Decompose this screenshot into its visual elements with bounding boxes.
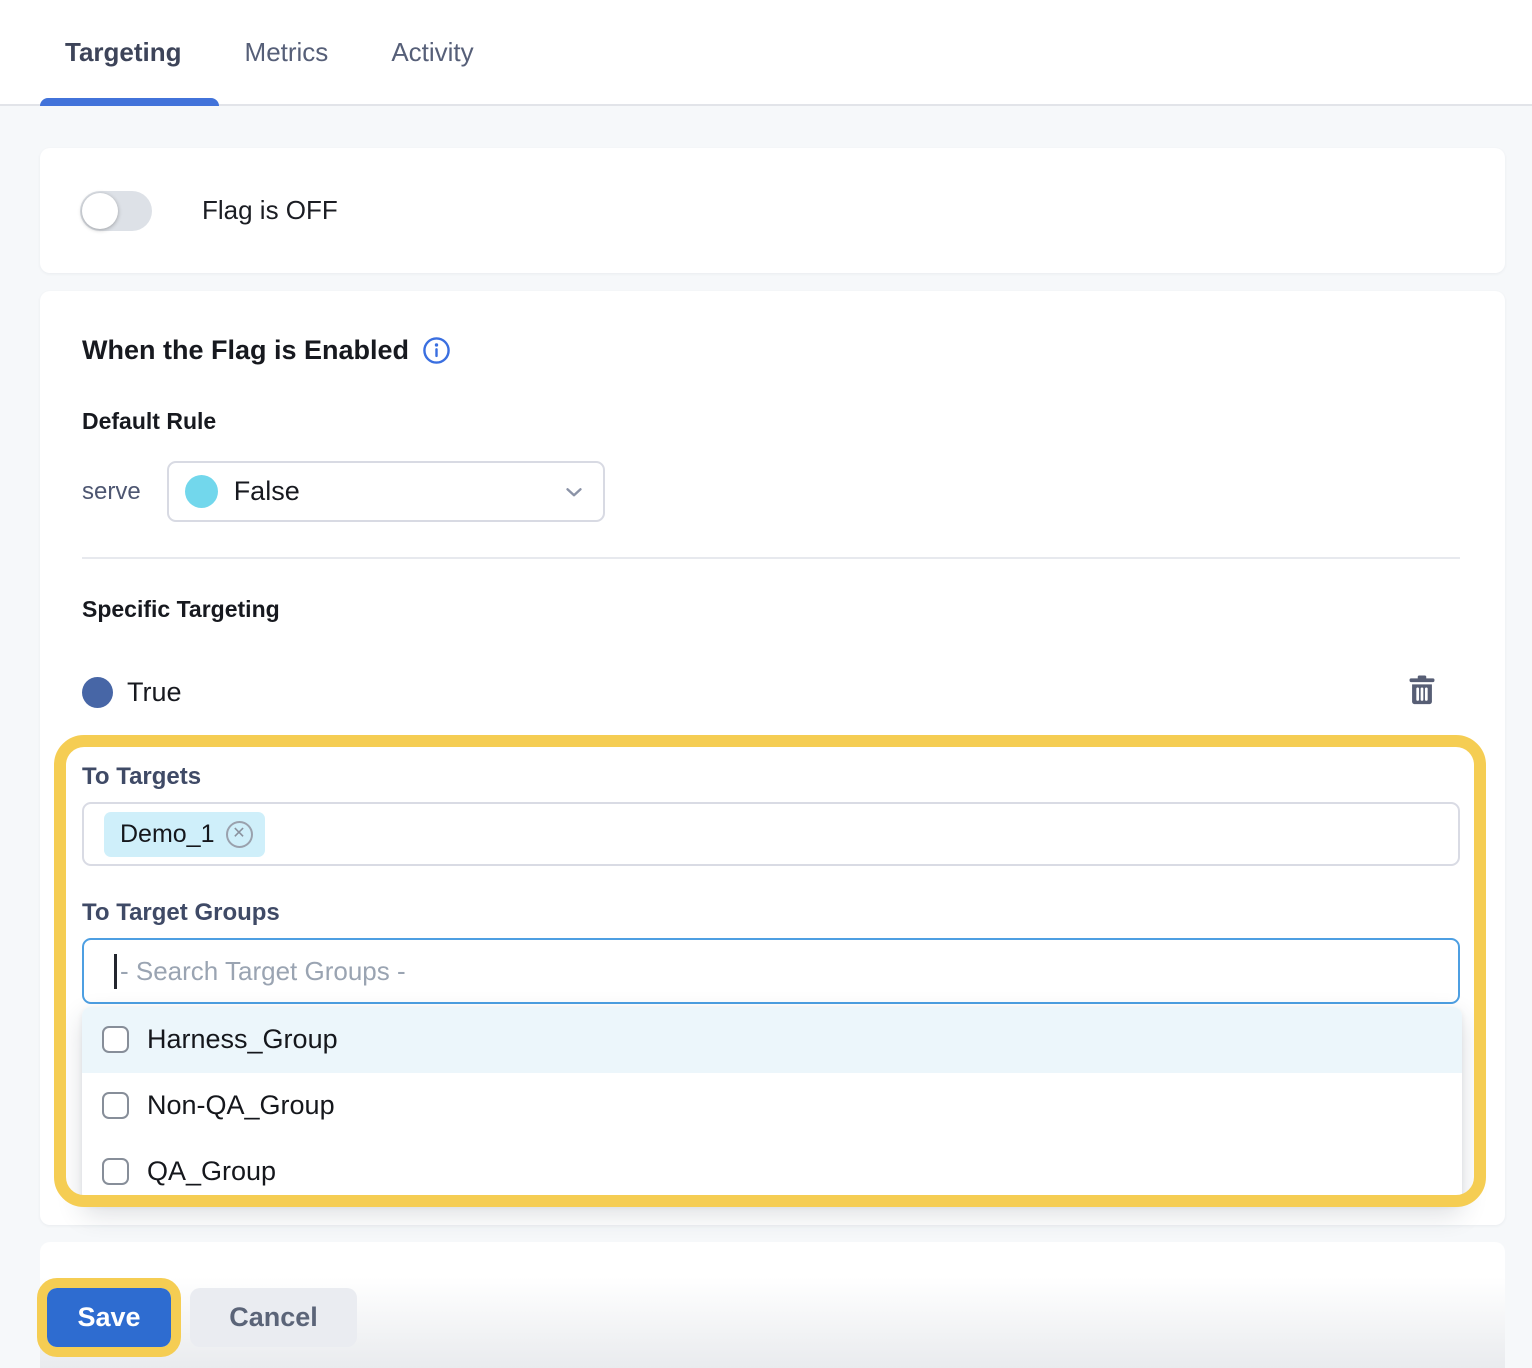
default-rule-serve-row: serve False [82, 461, 605, 522]
to-target-groups-label: To Target Groups [82, 899, 280, 927]
checkbox-icon[interactable] [102, 1026, 129, 1053]
feature-flag-targeting-page: Targeting Metrics Activity Flag is OFF W… [0, 0, 1532, 1368]
checkbox-icon[interactable] [102, 1092, 129, 1119]
circle-x-icon[interactable]: ✕ [226, 821, 253, 848]
group-option-label: QA_Group [147, 1156, 276, 1187]
default-rule-heading: Default Rule [82, 408, 216, 435]
flag-toggle[interactable] [80, 191, 152, 231]
true-variation-label: True [127, 677, 182, 708]
group-option-harness[interactable]: Harness_Group [82, 1007, 1462, 1073]
target-chip: Demo_1 ✕ [104, 812, 265, 857]
target-groups-search-input[interactable] [84, 940, 1458, 1002]
info-circle-icon[interactable] [422, 336, 451, 365]
save-button[interactable]: Save [47, 1288, 171, 1347]
flag-status-card: Flag is OFF [40, 148, 1505, 273]
group-option-label: Harness_Group [147, 1024, 338, 1055]
to-targets-label: To Targets [82, 763, 201, 791]
group-option-label: Non-QA_Group [147, 1090, 335, 1121]
specific-targeting-heading: Specific Targeting [82, 596, 280, 623]
variation-select[interactable]: False [167, 461, 605, 522]
active-tab-underline [40, 98, 219, 106]
tab-bar: Targeting Metrics Activity [0, 0, 1532, 106]
target-groups-dropdown: Harness_Group Non-QA_Group QA_Group [82, 1007, 1462, 1204]
group-option-non-qa[interactable]: Non-QA_Group [82, 1073, 1462, 1139]
when-flag-enabled-title: When the Flag is Enabled [82, 335, 409, 366]
targeting-rules-card: When the Flag is Enabled Default Rule se… [40, 291, 1505, 1225]
when-flag-enabled-heading: When the Flag is Enabled [82, 335, 451, 366]
tab-activity[interactable]: Activity [391, 37, 473, 68]
tab-metrics[interactable]: Metrics [245, 37, 329, 68]
chevron-down-icon [561, 479, 587, 505]
false-variation-dot [185, 475, 218, 508]
flag-status-label: Flag is OFF [202, 195, 338, 226]
target-chip-label: Demo_1 [120, 820, 215, 849]
form-actions-footer: Save Cancel [40, 1242, 1505, 1368]
trash-icon[interactable] [1405, 673, 1439, 707]
serve-label: serve [82, 478, 141, 506]
targets-input[interactable]: Demo_1 ✕ [82, 802, 1460, 866]
toggle-knob [82, 193, 118, 229]
cancel-button[interactable]: Cancel [190, 1288, 357, 1347]
section-divider [82, 557, 1460, 559]
group-option-qa[interactable]: QA_Group [82, 1138, 1462, 1204]
checkbox-icon[interactable] [102, 1158, 129, 1185]
true-variation-row: True [82, 672, 182, 712]
variation-select-value: False [234, 476, 300, 507]
true-variation-dot [82, 677, 113, 708]
tab-targeting[interactable]: Targeting [65, 37, 182, 68]
target-groups-search-box [82, 938, 1460, 1004]
text-caret [114, 954, 117, 989]
